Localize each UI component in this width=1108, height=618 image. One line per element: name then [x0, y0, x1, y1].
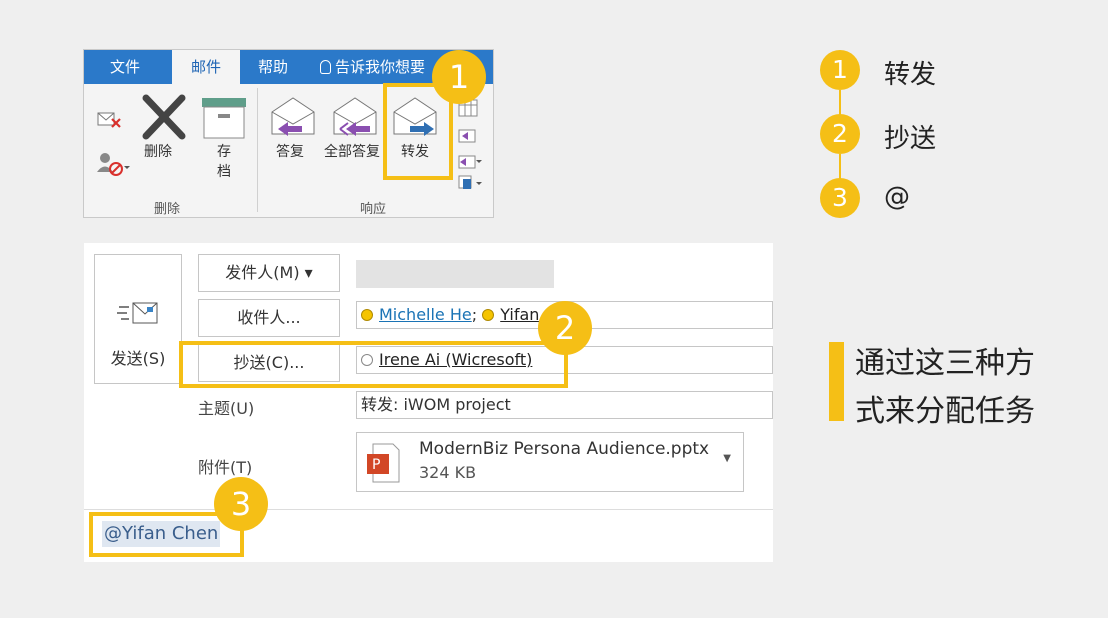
tell-me-box[interactable]: 告诉我你想要 [320, 50, 425, 84]
tell-me-label: 告诉我你想要 [335, 58, 426, 76]
send-label: 发送(S) [110, 349, 166, 368]
ignore-icon[interactable] [96, 105, 126, 133]
svg-text:P: P [372, 457, 380, 473]
archive-button[interactable]: 存 档 [214, 142, 234, 182]
group-delete-label: 删除 [154, 202, 181, 217]
powerpoint-file-icon: P [367, 443, 400, 483]
lightbulb-icon [320, 60, 331, 74]
attachment-label: 附件(T) [198, 458, 253, 477]
legend-label-mention: @ [884, 182, 910, 212]
legend-number-2: 2 [820, 114, 860, 154]
to-recipient[interactable]: Michelle He [379, 305, 472, 324]
reply-icon[interactable] [268, 94, 320, 140]
attachment-card[interactable]: P ModernBiz Persona Audience.pptx 324 KB… [356, 432, 744, 492]
junk-icon[interactable] [96, 150, 130, 178]
chevron-down-icon[interactable]: ▼ [723, 453, 731, 464]
note-accent-bar [829, 342, 844, 421]
subject-label: 主题(U) [198, 399, 255, 418]
badge-1: 1 [432, 50, 486, 104]
presence-away-icon [482, 309, 495, 321]
more-respond-icons[interactable] [456, 96, 482, 190]
archive-icon[interactable] [200, 96, 248, 140]
group-divider [257, 88, 258, 212]
presence-away-icon [361, 309, 373, 321]
legend-number-1: 1 [820, 50, 860, 90]
subject-field[interactable]: 转发: iWOM project [356, 391, 773, 419]
legend-number-3: 3 [820, 178, 860, 218]
reply-button[interactable]: 答复 [276, 142, 304, 162]
badge-3: 3 [214, 477, 268, 531]
from-button[interactable]: 发件人(M) ▾ [198, 254, 340, 292]
note-line-1: 通过这三种方 [855, 346, 1035, 381]
tab-help[interactable]: 帮助 [258, 50, 288, 84]
body-divider [84, 509, 773, 510]
send-button[interactable]: 发送(S) [94, 254, 182, 384]
attachment-name: ModernBiz Persona Audience.pptx [419, 439, 710, 459]
tab-file[interactable]: 文件 [110, 50, 140, 84]
legend-label-cc: 抄送 [884, 124, 937, 154]
to-button[interactable]: 收件人... [198, 299, 340, 337]
from-address-redacted [356, 260, 554, 288]
delete-icon[interactable] [140, 94, 188, 140]
tab-mail[interactable]: 邮件 [172, 50, 240, 84]
group-respond-label: 响应 [360, 202, 387, 217]
highlight-cc [179, 341, 568, 388]
reply-all-button[interactable]: 全部答复 [324, 142, 380, 162]
note-line-2: 式来分配任务 [855, 394, 1035, 429]
legend-label-forward: 转发 [884, 60, 937, 90]
reply-all-icon[interactable] [330, 94, 382, 140]
delete-button[interactable]: 删除 [144, 142, 172, 162]
attachment-size: 324 KB [419, 463, 477, 482]
send-icon [117, 302, 158, 324]
badge-2: 2 [538, 301, 592, 355]
